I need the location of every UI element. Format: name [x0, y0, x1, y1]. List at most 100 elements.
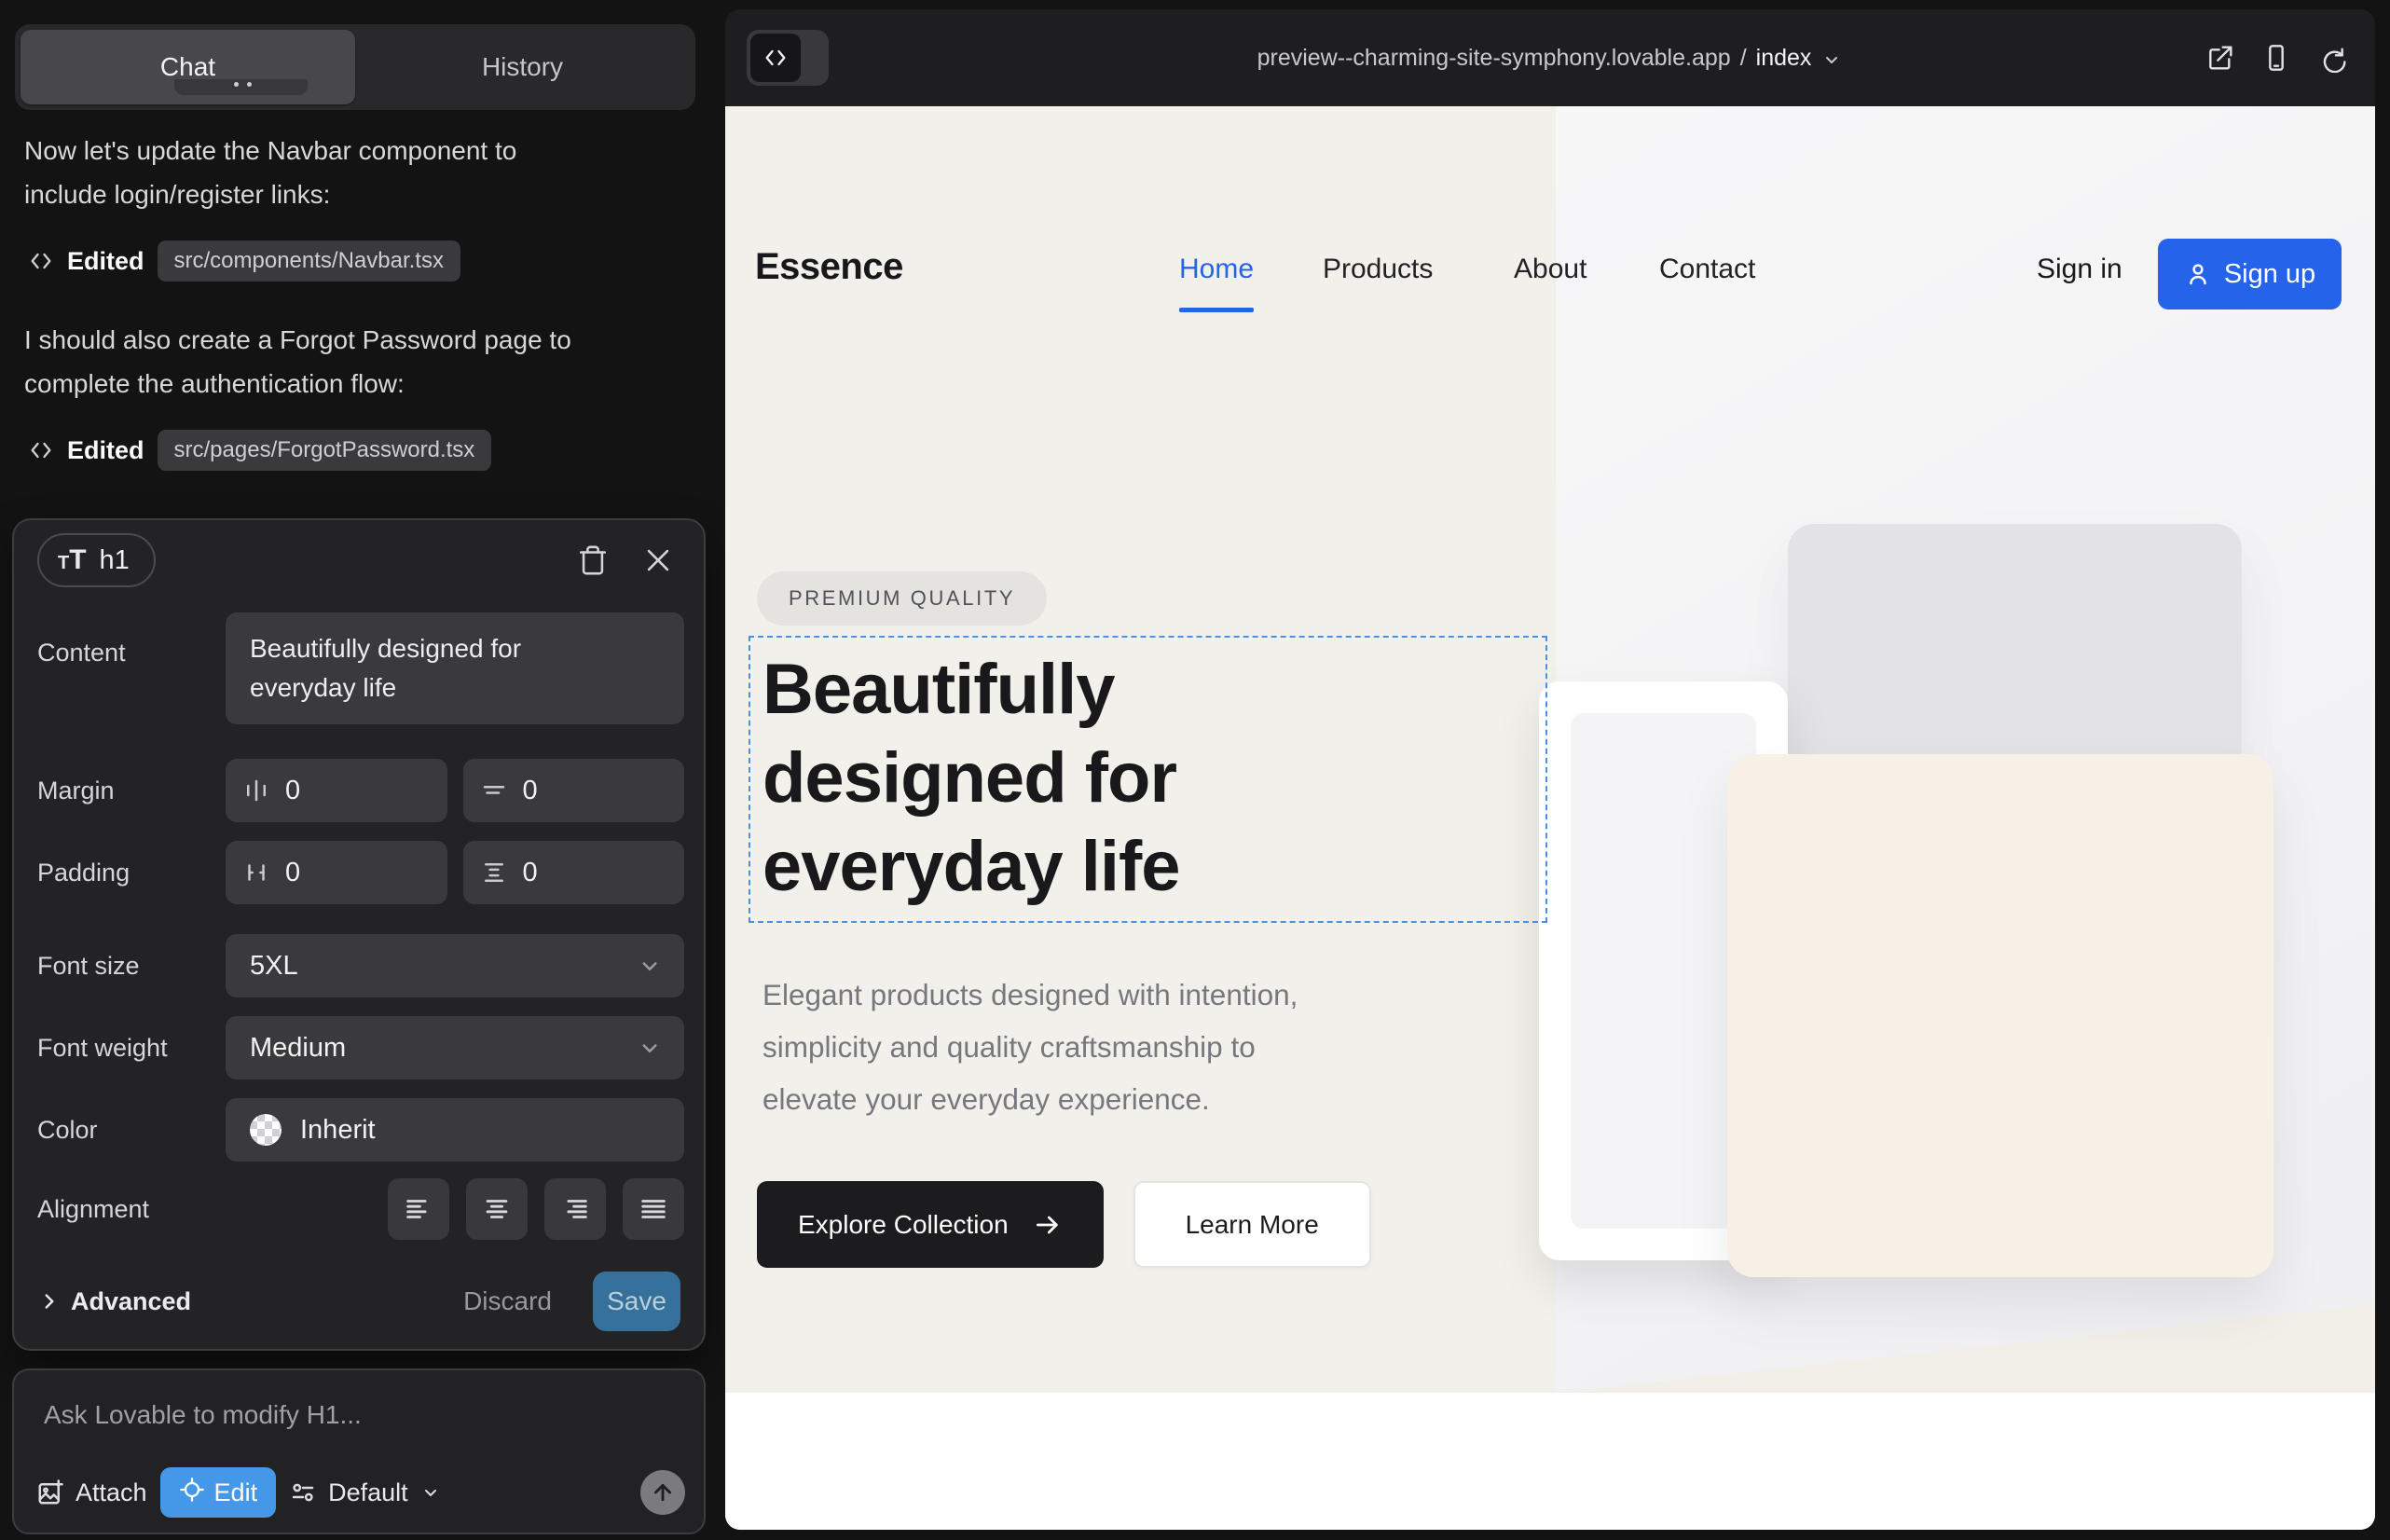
color-select[interactable]: Inherit — [226, 1098, 684, 1162]
nav-link-contact[interactable]: Contact — [1659, 254, 1755, 285]
app-root: Chat History Now let's update the Navbar… — [0, 0, 2390, 1540]
url-separator: / — [1740, 45, 1747, 72]
hero-heading[interactable]: Beautifully designed for everyday life — [762, 645, 1180, 911]
next-section-background — [725, 1393, 2375, 1530]
advanced-toggle[interactable]: Advanced — [37, 1287, 191, 1316]
font-weight-select[interactable]: Medium — [226, 1016, 684, 1079]
type-icon: TT — [58, 544, 87, 576]
site-logo[interactable]: Essence — [755, 246, 903, 288]
sign-in-link[interactable]: Sign in — [2037, 254, 2122, 285]
image-plus-icon — [36, 1478, 64, 1506]
align-left-button[interactable] — [388, 1178, 449, 1240]
preview-topbar: preview--charming-site-symphony.lovable.… — [725, 9, 2375, 106]
align-right-icon — [559, 1193, 591, 1225]
mobile-preview-button[interactable] — [2261, 43, 2291, 73]
edited-label: Edited — [67, 247, 144, 276]
composer-toolbar: Attach Edit Default — [36, 1466, 685, 1519]
font-size-label: Font size — [37, 952, 226, 981]
chat-composer[interactable]: Ask Lovable to modify H1... Attach Edit — [12, 1368, 706, 1534]
user-icon — [2184, 260, 2212, 288]
nav-link-home[interactable]: Home — [1179, 254, 1254, 285]
sign-up-button[interactable]: Sign up — [2158, 239, 2342, 309]
save-button[interactable]: Save — [593, 1272, 680, 1331]
topbar-actions — [2205, 9, 2347, 106]
content-textarea[interactable]: Beautifully designed for everyday life — [226, 612, 684, 724]
crosshair-icon — [179, 1477, 205, 1509]
delete-element-button[interactable] — [570, 538, 615, 583]
open-external-button[interactable] — [2205, 43, 2235, 73]
align-justify-icon — [638, 1193, 669, 1225]
refresh-icon — [2317, 43, 2347, 73]
chat-message: I should also create a Forgot Password p… — [24, 318, 677, 406]
padding-label: Padding — [37, 859, 226, 887]
scrolled-chip-fragment — [174, 79, 308, 95]
refresh-button[interactable] — [2317, 43, 2347, 73]
margin-x-input[interactable]: 0 — [226, 759, 447, 822]
close-panel-button[interactable] — [636, 538, 680, 583]
sliders-icon — [289, 1478, 317, 1506]
element-tag-badge[interactable]: TT h1 — [37, 533, 156, 587]
file-chip[interactable]: src/pages/ForgotPassword.tsx — [158, 430, 492, 471]
premium-quality-badge: PREMIUM QUALITY — [757, 571, 1047, 626]
chat-message-line: I should also create a Forgot Password p… — [24, 318, 677, 362]
page-name: index — [1756, 45, 1812, 72]
attach-button[interactable]: Attach — [36, 1478, 147, 1507]
font-weight-label: Font weight — [37, 1034, 226, 1063]
send-button[interactable] — [640, 1470, 685, 1515]
url-bar[interactable]: preview--charming-site-symphony.lovable.… — [725, 9, 2375, 106]
chevron-right-icon — [37, 1289, 62, 1313]
tab-history[interactable]: History — [355, 30, 690, 104]
padding-y-icon — [480, 859, 508, 887]
font-size-select[interactable]: 5XL — [226, 934, 684, 997]
chat-message-line: Now let's update the Navbar component to — [24, 129, 677, 172]
preview-url: preview--charming-site-symphony.lovable.… — [1257, 45, 1731, 72]
chevron-down-icon — [1820, 48, 1843, 71]
sidebar-tabbar: Chat History — [15, 24, 695, 110]
decor-cream-card — [1727, 754, 2273, 1277]
editor-footer: Advanced Discard Save — [37, 1272, 680, 1331]
composer-placeholder: Ask Lovable to modify H1... — [44, 1400, 362, 1430]
element-editor-panel: TT h1 Content Beautifully designed for e… — [12, 518, 706, 1351]
edited-label: Edited — [67, 436, 144, 465]
preview-browser: preview--charming-site-symphony.lovable.… — [725, 9, 2375, 1530]
align-right-button[interactable] — [544, 1178, 606, 1240]
site-viewport: Essence Home Products About Contact Sign… — [725, 106, 2375, 1530]
padding-y-input[interactable]: 0 — [463, 841, 685, 904]
hero-cta-row: Explore Collection Learn More — [757, 1181, 1371, 1268]
padding-x-input[interactable]: 0 — [226, 841, 447, 904]
model-default-selector[interactable]: Default — [289, 1478, 442, 1507]
chevron-down-icon — [636, 952, 664, 980]
font-weight-row: Font weight Medium — [37, 1016, 684, 1079]
edited-file-row: Edited src/components/Navbar.tsx — [28, 241, 460, 282]
alignment-row: Alignment — [37, 1178, 684, 1240]
margin-y-input[interactable]: 0 — [463, 759, 685, 822]
nav-link-about[interactable]: About — [1514, 254, 1586, 285]
content-row: Content Beautifully designed for everyda… — [37, 612, 684, 724]
learn-more-button[interactable]: Learn More — [1133, 1181, 1371, 1268]
color-label: Color — [37, 1116, 226, 1145]
margin-y-icon — [480, 777, 508, 804]
code-icon — [28, 248, 54, 274]
padding-x-icon — [242, 859, 270, 887]
margin-row: Margin 0 0 — [37, 759, 684, 822]
chat-message: Now let's update the Navbar component to… — [24, 129, 677, 216]
color-swatch-transparent — [250, 1114, 282, 1146]
editor-header: TT h1 — [37, 529, 680, 591]
file-chip[interactable]: src/components/Navbar.tsx — [158, 241, 460, 282]
element-tag-label: h1 — [100, 545, 130, 576]
padding-row: Padding 0 0 — [37, 841, 684, 904]
color-row: Color Inherit — [37, 1098, 684, 1162]
align-justify-button[interactable] — [623, 1178, 684, 1240]
align-center-button[interactable] — [466, 1178, 528, 1240]
nav-link-products[interactable]: Products — [1323, 254, 1433, 285]
chat-sidebar: Chat History Now let's update the Navbar… — [0, 0, 710, 1540]
align-center-icon — [481, 1193, 513, 1225]
chat-message-line: complete the authentication flow: — [24, 362, 677, 406]
explore-collection-button[interactable]: Explore Collection — [757, 1181, 1104, 1268]
discard-button[interactable]: Discard — [463, 1286, 552, 1316]
chevron-down-icon — [636, 1034, 664, 1062]
edit-mode-button[interactable]: Edit — [160, 1467, 277, 1518]
arrow-right-icon — [1033, 1210, 1063, 1240]
align-left-icon — [403, 1193, 434, 1225]
site-navbar: Essence Home Products About Contact Sign… — [725, 106, 2375, 339]
